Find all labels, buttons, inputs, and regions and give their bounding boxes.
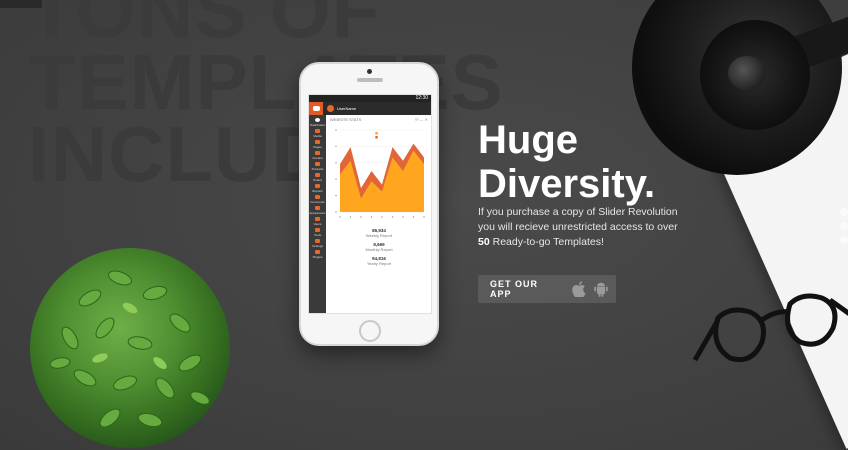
slider-dot-1[interactable] [840,208,848,216]
sidebar-item-dashboard: Dashboard [309,117,326,128]
hero-slide: TONS OF TEMPLATES INCLUDED 12:30 UserNam… [0,0,848,450]
phone-home-button [359,320,381,342]
potted-plant-image [30,248,230,448]
tools-icon [315,228,320,232]
stat-weekly: 86,934 Weekly Report [330,228,428,238]
chart-x-tick [339,216,341,218]
phone-speaker [357,78,383,82]
chart-y-tick [335,162,337,164]
hero-headline: Huge Diversity. [478,118,655,206]
app-main: WEBSITE STATS ⟳ — ✕ 86,934 Weekly Report… [326,115,431,313]
sidebar-item-contact: Contact [309,150,326,161]
stat-yearly-label: Yearly Report [366,261,392,266]
pages-icon [315,140,320,144]
phone-mockup: 12:30 UserName Dashboard Media Pages Con… [299,62,439,346]
hero-description: If you purchase a copy of Slider Revolut… [478,205,678,250]
get-app-button[interactable]: GET OUR APP [478,275,616,303]
slider-dot-3[interactable] [840,236,848,244]
report-stats: 86,934 Weekly Report 8,669 Monthly Repor… [330,228,428,266]
chart-x-tick [402,216,404,218]
sidebar-item-tools: Tools [309,227,326,238]
chart-x-tick [423,216,425,218]
headline-line-2: Diversity. [478,162,656,206]
chart-x-tick [381,216,383,218]
chart-y-tick [335,145,337,148]
dashboard-icon [315,118,320,122]
reports-icon [315,184,320,188]
comments-icon [315,195,320,199]
sidebar-item-orders: Orders [309,172,326,183]
slider-navigation-dots [840,208,848,250]
store-icons [572,281,616,297]
avatar [327,105,334,112]
app-user-name: UserName [337,106,357,111]
app-body: Dashboard Media Pages Contact Products O… [309,115,431,313]
stat-monthly-label: Monthly Report [365,247,393,252]
chart-x-tick [391,216,394,218]
app-logo-icon [309,102,323,115]
users-icon [315,217,320,221]
description-text: If you purchase a copy of Slider Revolut… [478,206,678,233]
stat-weekly-label: Weekly Report [365,233,393,238]
chart-x-tick [412,216,415,218]
settings-icon [315,239,320,243]
appearance-icon [315,206,320,210]
stat-monthly: 8,669 Monthly Report [330,242,428,252]
sidebar-item-reports: Reports [309,183,326,194]
chart-y-tick [335,178,337,180]
android-icon[interactable] [594,281,608,297]
sidebar-item-media: Media [309,128,326,139]
orders-icon [315,173,320,177]
chart-controls-icon: ⟳ — ✕ [415,117,428,122]
headline-line-1: Huge [478,118,578,162]
apple-icon[interactable] [572,281,586,297]
chart-title: WEBSITE STATS [330,117,362,122]
app-user-menu: UserName [327,105,356,112]
chart-x-tick [370,216,373,218]
slider-dot-2[interactable] [840,222,848,230]
lamp-knob [728,56,766,90]
chart-y-tick [335,129,337,131]
phone-screen: 12:30 UserName Dashboard Media Pages Con… [308,94,432,314]
sidebar-item-pages: Pages [309,139,326,150]
status-time: 12:30 [415,95,428,101]
description-text-end: Ready-to-go Templates! [492,236,604,248]
area-chart [330,124,428,224]
app-sidebar: Dashboard Media Pages Contact Products O… [309,115,326,313]
get-app-button-label: GET OUR APP [490,279,539,299]
chart-y-tick [335,194,337,197]
sidebar-item-comments: Comments [309,194,326,205]
plant-leaves-icon [49,270,210,428]
phone-status-bar: 12:30 [309,95,431,102]
products-icon [315,162,320,166]
sidebar-item-settings: Settings [309,238,326,249]
chart-y-tick [335,211,337,213]
chart-header: WEBSITE STATS ⟳ — ✕ [330,117,428,122]
stat-yearly: 94,816 Yearly Report [330,256,428,266]
media-icon [315,129,320,133]
area-chart-svg [335,129,425,218]
eyeglasses-icon [692,293,848,363]
chart-legend-swatch-1 [375,132,378,135]
chart-x-tick [360,216,362,218]
chart-x-tick [349,216,352,218]
sidebar-item-plugins: Plugins [309,249,326,260]
description-highlight: 50 [478,236,490,248]
plugins-icon [315,250,320,254]
sidebar-item-users: Users [309,216,326,227]
sidebar-item-appearance: Appearance [309,205,326,216]
chart-legend-swatch-2 [375,136,378,139]
sidebar-item-products: Products [309,161,326,172]
phone-camera [367,69,372,74]
contact-icon [315,151,320,155]
app-header: UserName [309,102,431,115]
